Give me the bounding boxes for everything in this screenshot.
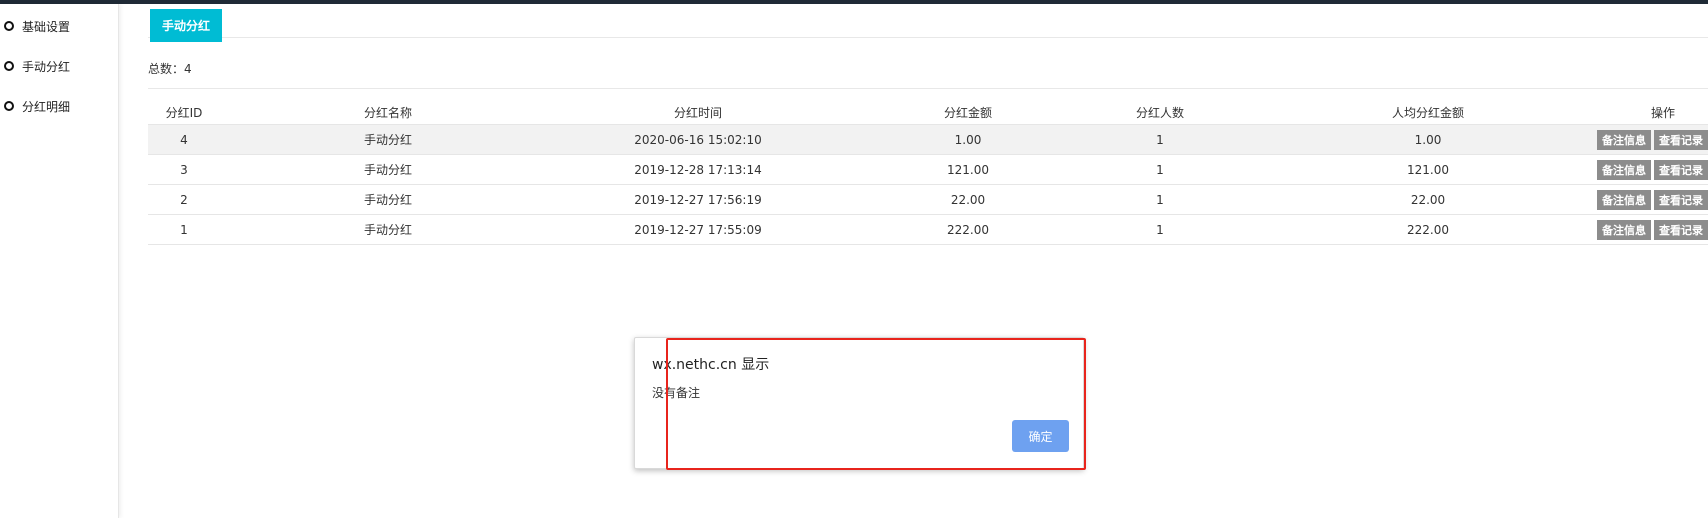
cell-avg: 121.00 [1407,162,1449,177]
table-row: 2 手动分红 2019-12-27 17:56:19 22.00 1 22.00… [148,185,1708,215]
cell-name: 手动分红 [363,193,412,207]
row-actions: 备注信息 查看记录 [1597,185,1708,214]
row-actions: 备注信息 查看记录 [1597,125,1708,154]
sidebar-item-label: 手动分红 [22,59,71,74]
table-row: 3 手动分红 2019-12-28 17:13:14 121.00 1 121.… [148,155,1708,185]
total-count: 总数：4 [148,60,192,77]
table-row: 4 手动分红 2020-06-16 15:02:10 1.00 1 1.00 备… [148,125,1708,155]
sidebar: 基础设置 手动分红 分红明细 [0,4,119,518]
cell-avg: 22.00 [1410,192,1446,207]
highlight-box [666,338,1086,470]
cell-id: 1 [180,222,188,237]
column-header: 分红人数 [1135,106,1184,120]
cell-avg: 1.00 [1414,132,1442,147]
cell-amount: 121.00 [947,162,989,177]
circle-icon [4,21,14,31]
sidebar-item-label: 分红明细 [22,99,71,114]
view-records-button[interactable]: 查看记录 [1654,159,1708,180]
column-header: 分红名称 [363,106,412,120]
cell-name: 手动分红 [363,163,412,177]
cell-name: 手动分红 [363,133,412,147]
cell-id: 4 [180,132,188,147]
cell-time: 2019-12-28 17:13:14 [634,162,762,177]
cell-count: 1 [1156,222,1164,237]
cell-id: 3 [180,162,188,177]
cell-avg: 222.00 [1407,222,1449,237]
sidebar-item-manual-dividend[interactable]: 手动分红 [4,56,70,76]
cell-count: 1 [1156,132,1164,147]
remark-button[interactable]: 备注信息 [1597,219,1651,240]
remark-button[interactable]: 备注信息 [1597,159,1651,180]
cell-time: 2019-12-27 17:55:09 [634,222,762,237]
row-actions: 备注信息 查看记录 [1597,215,1708,244]
column-header: 分红ID [165,106,203,120]
column-header: 操作 [1650,106,1675,120]
remark-button[interactable]: 备注信息 [1597,189,1651,210]
column-header: 分红金额 [943,106,992,120]
cell-count: 1 [1156,162,1164,177]
tab-bar: 手动分红 [148,4,1708,42]
cell-count: 1 [1156,192,1164,207]
view-records-button[interactable]: 查看记录 [1654,129,1708,150]
cell-time: 2019-12-27 17:56:19 [634,192,762,207]
row-actions: 备注信息 查看记录 [1597,155,1708,184]
table-header: 分红ID 分红名称 分红时间 分红金额 分红人数 人均分红金额 操作 [148,101,1708,125]
column-header: 分红时间 [673,106,722,120]
cell-amount: 222.00 [947,222,989,237]
sidebar-item-basic-settings[interactable]: 基础设置 [4,16,70,36]
divider [148,88,1708,89]
table-row: 1 手动分红 2019-12-27 17:55:09 222.00 1 222.… [148,215,1708,245]
view-records-button[interactable]: 查看记录 [1654,189,1708,210]
cell-id: 2 [180,192,188,207]
total-value: 4 [184,62,192,76]
cell-name: 手动分红 [363,223,412,237]
view-records-button[interactable]: 查看记录 [1654,219,1708,240]
circle-icon [4,61,14,71]
sidebar-item-dividend-details[interactable]: 分红明细 [4,96,70,116]
cell-amount: 1.00 [954,132,982,147]
circle-icon [4,101,14,111]
column-header: 人均分红金额 [1391,106,1464,120]
tab-manual-dividend[interactable]: 手动分红 [150,9,222,42]
total-label: 总数： [148,62,185,76]
remark-button[interactable]: 备注信息 [1597,129,1651,150]
cell-time: 2020-06-16 15:02:10 [634,132,762,147]
sidebar-item-label: 基础设置 [22,19,71,34]
cell-amount: 22.00 [950,192,986,207]
